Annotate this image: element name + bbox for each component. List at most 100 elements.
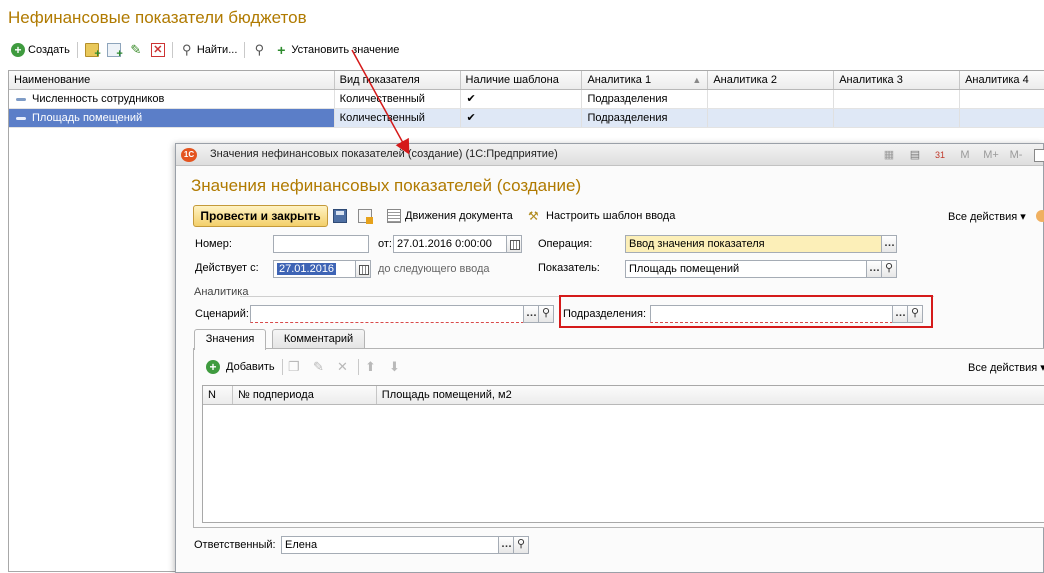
memory-minus-button[interactable]: M- xyxy=(1006,147,1026,163)
template-settings-label: Настроить шаблон ввода xyxy=(546,210,676,222)
table-cell: ✔ xyxy=(461,109,583,127)
all-actions-menu[interactable]: Все действия ▾ xyxy=(948,207,1026,225)
column-header[interactable]: Наименование xyxy=(9,71,335,89)
table-cell xyxy=(708,109,835,127)
item-icon xyxy=(16,97,26,101)
scenario-field[interactable] xyxy=(250,305,524,323)
column-header[interactable]: Площадь помещений, м2 xyxy=(377,386,1044,404)
move-down-button[interactable]: ⬇ xyxy=(389,358,400,376)
dialog-titlebar[interactable]: 1С Значения нефинансовых показателей (со… xyxy=(176,144,1044,166)
post-button[interactable] xyxy=(358,207,373,225)
pencil-icon: ✎ xyxy=(130,42,142,57)
item-icon xyxy=(16,116,26,120)
plus-icon: + xyxy=(277,42,286,58)
operation-select-button[interactable]: … xyxy=(881,235,897,253)
column-header[interactable]: Наличие шаблона xyxy=(461,71,583,89)
edit-button[interactable]: ✎ xyxy=(126,40,146,60)
values-all-actions-menu[interactable]: Все действия ▾ xyxy=(968,358,1044,376)
delete-row-button[interactable]: ✕ xyxy=(337,358,348,376)
departments-label: Подразделения: xyxy=(563,308,647,320)
column-header[interactable]: Аналитика 3 xyxy=(834,71,961,89)
responsible-label: Ответственный: xyxy=(194,539,276,551)
operation-label: Операция: xyxy=(538,238,593,250)
copy-button[interactable] xyxy=(104,40,124,60)
valid-from-label: Действует с: xyxy=(195,262,259,274)
table-cell: Количественный xyxy=(335,109,461,127)
tab-comment[interactable]: Комментарий xyxy=(272,329,365,349)
save-button[interactable] xyxy=(333,207,347,225)
scenario-open-button[interactable]: ⚲ xyxy=(538,305,554,323)
table-cell xyxy=(708,90,835,108)
table-header: Наименование Вид показателя Наличие шабл… xyxy=(9,71,1044,90)
copy-row-button[interactable]: ❐ xyxy=(288,358,300,376)
cell-text: Площадь помещений xyxy=(32,112,143,124)
valid-from-field[interactable]: 27.01.2016 xyxy=(273,260,356,278)
table-cell: Подразделения xyxy=(582,109,709,127)
toolbar-separator xyxy=(76,42,78,58)
delete-icon: ✕ xyxy=(337,359,348,374)
indicator-open-button[interactable]: ⚲ xyxy=(881,260,897,278)
copy-icon xyxy=(106,43,123,60)
departments-select-button[interactable]: … xyxy=(892,305,908,323)
operation-field[interactable]: Ввод значения показателя xyxy=(625,235,882,253)
cancel-search-icon: ⚲ xyxy=(254,42,265,57)
dialog-window-title: Значения нефинансовых показателей (созда… xyxy=(210,148,558,160)
values-table: N № подпериода Площадь помещений, м2 xyxy=(202,385,1044,523)
dialog-heading: Значения нефинансовых показателей (созда… xyxy=(191,176,582,195)
table-row[interactable]: Численность сотрудников Количественный ✔… xyxy=(9,90,1044,109)
departments-field[interactable] xyxy=(650,305,893,323)
maximize-button[interactable] xyxy=(1034,149,1044,162)
column-header[interactable]: № подпериода xyxy=(233,386,377,404)
column-header[interactable]: Аналитика 4 xyxy=(960,71,1044,89)
responsible-field[interactable]: Елена xyxy=(281,536,499,554)
table-cell: Количественный xyxy=(335,90,461,108)
responsible-open-button[interactable]: ⚲ xyxy=(513,536,529,554)
date-field[interactable]: 27.01.2016 0:00:00 xyxy=(393,235,507,253)
edit-row-button[interactable]: ✎ xyxy=(313,358,324,376)
find-button[interactable]: ⚲ Найти... xyxy=(177,40,241,60)
move-up-button[interactable]: ⬆ xyxy=(365,358,376,376)
calendar-icon[interactable]: 31 xyxy=(932,147,948,163)
search-icon: ⚲ xyxy=(884,262,894,274)
inner-toolbar-separator xyxy=(356,358,361,376)
valid-from-value: 27.01.2016 xyxy=(277,263,337,275)
document-dialog: 1С Значения нефинансовых показателей (со… xyxy=(175,143,1044,573)
memory-plus-button[interactable]: M+ xyxy=(981,147,1001,163)
indicator-select-button[interactable]: … xyxy=(866,260,882,278)
delete-mark-button[interactable]: ✕ xyxy=(148,40,168,60)
table-cell: Подразделения xyxy=(582,90,709,108)
document-movements-label: Движения документа xyxy=(405,210,513,222)
create-group-button[interactable] xyxy=(82,40,102,60)
post-and-close-button[interactable]: Провести и закрыть xyxy=(193,205,328,227)
date-calendar-button[interactable] xyxy=(506,235,522,253)
delete-icon: ✕ xyxy=(150,43,165,57)
valid-until-hint: до следующего ввода xyxy=(378,263,490,275)
document-movements-button[interactable]: Движения документа xyxy=(387,207,513,225)
template-settings-button[interactable]: ⚒ Настроить шаблон ввода xyxy=(528,207,675,225)
departments-open-button[interactable]: ⚲ xyxy=(907,305,923,323)
set-value-button[interactable]: + Установить значение xyxy=(271,40,402,60)
toolbar-separator xyxy=(171,42,173,58)
create-button[interactable]: + Создать xyxy=(8,40,73,60)
table-row-selected[interactable]: Площадь помещений Количественный ✔ Подра… xyxy=(9,109,1044,128)
cancel-search-button[interactable]: ⚲ xyxy=(249,40,269,60)
column-header[interactable]: N xyxy=(203,386,233,404)
scenario-select-button[interactable]: … xyxy=(523,305,539,323)
tab-values[interactable]: Значения xyxy=(194,329,266,350)
calculator-icon[interactable]: ▤ xyxy=(908,147,922,163)
help-icon[interactable] xyxy=(1036,207,1044,225)
number-field[interactable] xyxy=(273,235,369,253)
column-header[interactable]: Вид показателя xyxy=(335,71,461,89)
column-header[interactable]: Аналитика 2 xyxy=(708,71,835,89)
find-button-label: Найти... xyxy=(196,44,238,56)
responsible-select-button[interactable]: … xyxy=(498,536,514,554)
memory-m-button[interactable]: M xyxy=(958,147,972,163)
valid-from-calendar-button[interactable] xyxy=(355,260,371,278)
add-row-button[interactable]: + Добавить xyxy=(206,358,275,376)
values-table-header: N № подпериода Площадь помещений, м2 xyxy=(203,386,1044,405)
table-cell xyxy=(960,90,1044,108)
link-icon[interactable]: ▦ xyxy=(882,147,896,163)
wrench-icon: ⚒ xyxy=(528,209,539,223)
column-header[interactable]: Аналитика 1 ▲ xyxy=(582,71,709,89)
indicator-field[interactable]: Площадь помещений xyxy=(625,260,867,278)
